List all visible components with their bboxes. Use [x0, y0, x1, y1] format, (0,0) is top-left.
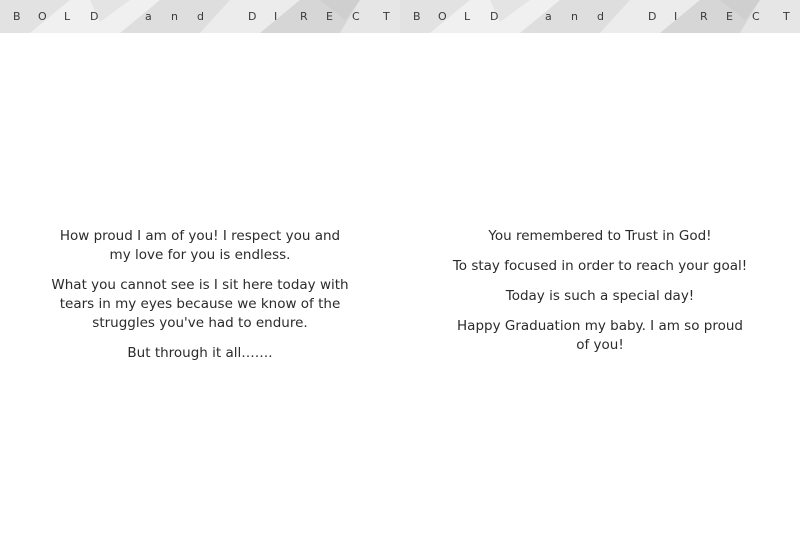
banner-letter: L — [464, 10, 471, 23]
banner-letter: I — [674, 10, 678, 23]
banner-letter: D — [490, 10, 499, 23]
banner-letter: a — [545, 10, 552, 23]
banner-letter: n — [571, 10, 578, 23]
message-paragraph: How proud I am of you! I respect you and… — [59, 228, 341, 263]
banner-letter: T — [783, 10, 790, 23]
banner-letter: B — [13, 10, 21, 23]
message-paragraph: To stay focused in order to reach your g… — [452, 258, 748, 274]
message-paragraph: But through it all……. — [127, 345, 273, 361]
banner-letter: R — [700, 10, 708, 23]
banner-letter: C — [352, 10, 360, 23]
banner-letter: d — [597, 10, 604, 23]
right-message: You remembered to Trust in God! To stay … — [450, 227, 750, 366]
left-banner: B O L D a n d D I R E C T — [0, 0, 400, 33]
banner-letter: C — [752, 10, 760, 23]
left-message: How proud I am of you! I respect you and… — [50, 227, 350, 374]
message-paragraph: What you cannot see is I sit here today … — [51, 277, 349, 331]
banner-text: B O L D a n d D I R E C T — [0, 0, 400, 33]
card-spread: B O L D a n d D I R E C T How proud I am… — [0, 0, 800, 560]
banner-letter: I — [274, 10, 278, 23]
banner-letter: O — [438, 10, 447, 23]
banner-letter: D — [90, 10, 99, 23]
banner-letter: D — [648, 10, 657, 23]
banner-letter: D — [248, 10, 257, 23]
banner-letter: a — [145, 10, 152, 23]
banner-letter: L — [64, 10, 71, 23]
banner-letter: T — [383, 10, 390, 23]
right-page: B O L D a n d D I R E C T You remembered… — [400, 0, 800, 560]
banner-letter: E — [326, 10, 333, 23]
message-paragraph: Happy Graduation my baby. I am so proud … — [457, 318, 743, 353]
banner-letter: n — [171, 10, 178, 23]
banner-letter: E — [726, 10, 733, 23]
banner-letter: d — [197, 10, 204, 23]
banner-letter: R — [300, 10, 308, 23]
banner-letter: B — [413, 10, 421, 23]
banner-text: B O L D a n d D I R E C T — [400, 0, 800, 33]
left-page: B O L D a n d D I R E C T How proud I am… — [0, 0, 400, 560]
message-paragraph: Today is such a special day! — [505, 288, 695, 304]
message-paragraph: You remembered to Trust in God! — [488, 228, 712, 244]
right-banner: B O L D a n d D I R E C T — [400, 0, 800, 33]
banner-letter: O — [38, 10, 47, 23]
